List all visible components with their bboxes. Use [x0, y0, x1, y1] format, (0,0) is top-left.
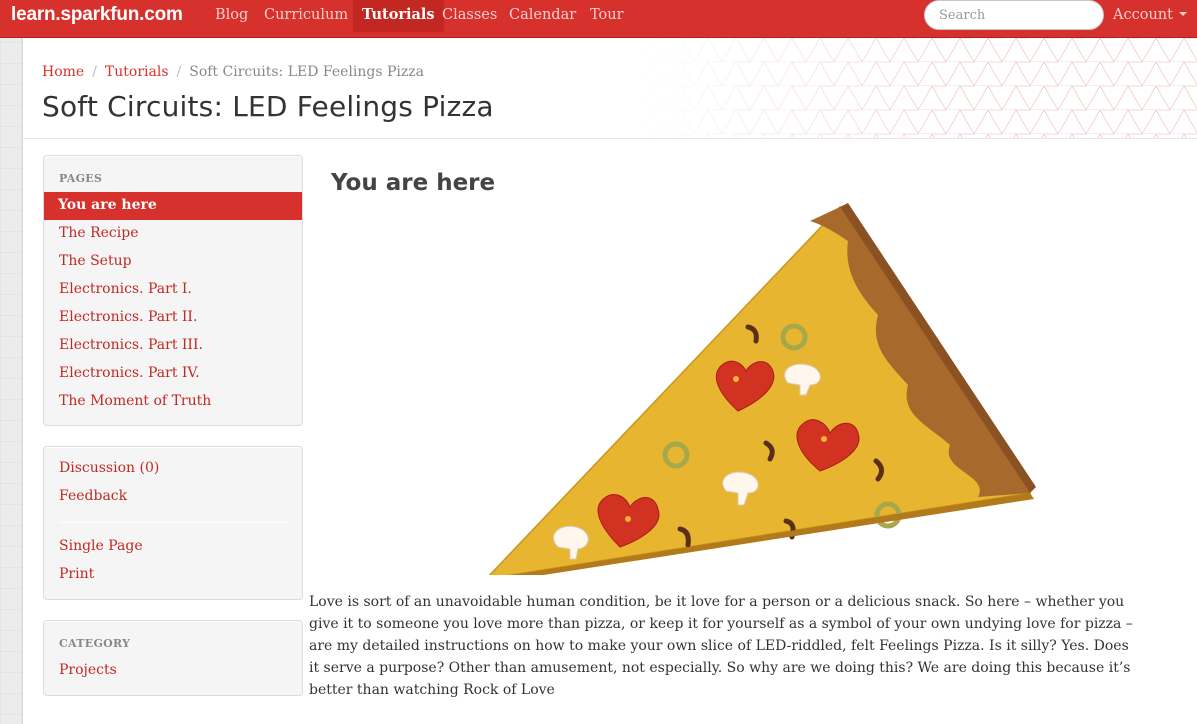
sidebar-item-electronics-part-3[interactable]: Electronics. Part III. — [59, 337, 203, 353]
category-heading: CATEGORY — [59, 637, 131, 650]
single-page-link[interactable]: Single Page — [59, 538, 143, 554]
page-title: Soft Circuits: LED Feelings Pizza — [42, 90, 494, 123]
nav-tutorials[interactable]: Tutorials — [353, 0, 444, 32]
intro-paragraph: Love is sort of an unavoidable human con… — [309, 594, 1133, 698]
actions-panel: Discussion (0) Feedback Single Page Prin… — [43, 446, 303, 600]
brand-logo[interactable]: learn.sparkfun.com — [11, 4, 183, 26]
breadcrumb: Home / Tutorials / Soft Circuits: LED Feelin… — [42, 64, 424, 80]
account-menu[interactable]: Account — [1113, 0, 1187, 30]
chevron-down-icon — [1178, 12, 1187, 16]
sidebar-item-moment-of-truth[interactable]: The Moment of Truth — [59, 393, 211, 409]
category-link-projects[interactable]: Projects — [59, 662, 117, 678]
breadcrumb-separator: / — [176, 64, 182, 80]
top-navbar: learn.sparkfun.com Blog Curriculum Tutor… — [0, 0, 1197, 38]
sidebar-item-the-recipe[interactable]: The Recipe — [59, 225, 138, 241]
sidebar-item-the-setup[interactable]: The Setup — [59, 253, 132, 269]
print-link[interactable]: Print — [59, 566, 94, 582]
nav-calendar[interactable]: Calendar — [500, 0, 585, 32]
pages-heading: PAGES — [59, 172, 103, 185]
nav-blog[interactable]: Blog — [206, 0, 257, 32]
sidebar-item-electronics-part-1[interactable]: Electronics. Part I. — [59, 281, 192, 297]
sidebar-item-electronics-part-4[interactable]: Electronics. Part IV. — [59, 365, 200, 381]
pizza-slice-image — [488, 203, 1036, 575]
nav-tour[interactable]: Tour — [581, 0, 633, 32]
sidebar-item-electronics-part-2[interactable]: Electronics. Part II. — [59, 309, 197, 325]
breadcrumb-home[interactable]: Home — [42, 64, 84, 80]
page-header: Home / Tutorials / Soft Circuits: LED Feelin… — [23, 38, 1197, 139]
breadcrumb-tutorials[interactable]: Tutorials — [105, 64, 169, 80]
category-panel: CATEGORY Projects — [43, 620, 303, 696]
discussion-link[interactable]: Discussion (0) — [59, 460, 159, 476]
nav-classes[interactable]: Classes — [433, 0, 506, 32]
panel-divider — [59, 522, 287, 523]
feedback-link[interactable]: Feedback — [59, 488, 127, 504]
search-input[interactable] — [924, 0, 1104, 30]
pages-panel: PAGES You are here The Recipe The Setup … — [43, 155, 303, 426]
breadcrumb-current: Soft Circuits: LED Feelings Pizza — [189, 64, 424, 80]
account-label: Account — [1113, 7, 1173, 23]
breadcrumb-separator: / — [92, 64, 97, 80]
triangle-pattern-decoration — [638, 38, 1197, 138]
nav-curriculum[interactable]: Curriculum — [255, 0, 357, 32]
sidebar-item-you-are-here[interactable]: You are here — [44, 192, 302, 220]
